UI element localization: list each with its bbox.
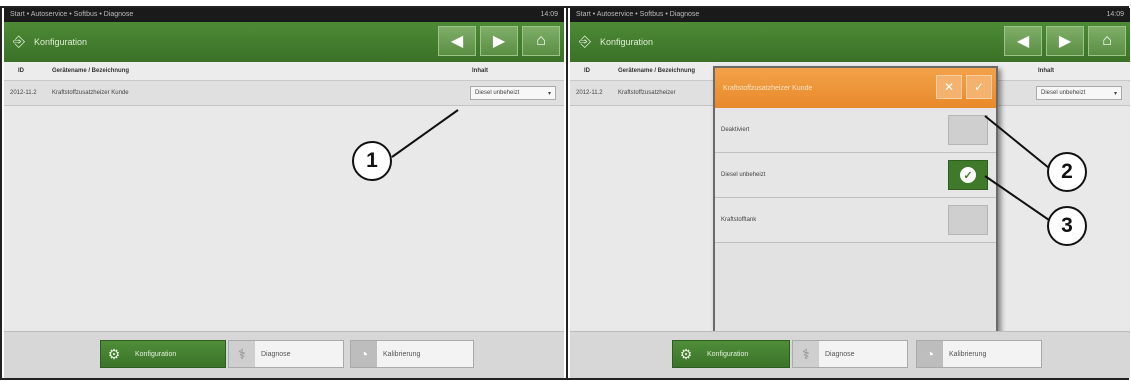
back-button[interactable]: ◀	[1004, 26, 1042, 56]
value-dropdown[interactable]: Diesel unbeheizt ▾	[470, 86, 556, 100]
dropdown-value: Diesel unbeheizt	[1041, 90, 1086, 96]
title-bar: ⎆ Konfiguration ◀ ▶ ⌂	[570, 22, 1130, 62]
callout-1: 1	[352, 141, 392, 181]
option-label: Deaktiviert	[721, 127, 750, 133]
door-exit-icon[interactable]: ⎆	[12, 33, 26, 51]
col-id: ID	[584, 68, 590, 74]
back-button[interactable]: ◀	[438, 26, 476, 56]
configuration-button[interactable]: ⚙ Konfiguration	[100, 340, 226, 368]
diagnose-button[interactable]: ⚕ Diagnose	[792, 340, 908, 368]
home-button[interactable]: ⌂	[522, 26, 560, 56]
dialog-cancel-button[interactable]: ✕	[936, 75, 962, 99]
table-row[interactable]: 2012-11.2 Kraftstoffzusatzheizer Kunde D…	[4, 81, 564, 106]
bottom-toolbar: ⚙ Konfiguration ⚕ Diagnose ◔ Kalibrierun…	[4, 331, 564, 378]
gauge-icon: ◔	[917, 341, 943, 367]
nav-buttons: ◀ ▶ ⌂	[1004, 26, 1126, 56]
arrow-right-icon: ▶	[1058, 33, 1072, 50]
option-checkbox-selected[interactable]: ✓	[948, 160, 988, 190]
calibration-label: Kalibrierung	[383, 350, 421, 358]
home-button[interactable]: ⌂	[1088, 26, 1126, 56]
chevron-down-icon: ▾	[547, 90, 551, 97]
forward-button[interactable]: ▶	[480, 26, 518, 56]
gear-icon: ⚙	[679, 345, 693, 362]
selection-dialog: Kraftstoffzusatzheizer Kunde ✕ ✓ Deaktiv…	[713, 66, 998, 336]
clock: 14:09	[1106, 11, 1124, 18]
col-description: Gerätename / Bezeichnung	[52, 68, 130, 74]
system-bar: Start • Autoservice • Softbus • Diagnose…	[570, 8, 1130, 22]
row-description: Kraftstoffzusatzheizer Kunde	[52, 90, 129, 96]
close-icon: ✕	[943, 80, 955, 94]
stethoscope-icon: ⚕	[793, 341, 819, 367]
option-label: Diesel unbeheizt	[721, 172, 766, 178]
home-icon: ⌂	[1102, 32, 1112, 49]
bottom-toolbar: ⚙ Konfiguration ⚕ Diagnose ◔ Kalibrierun…	[570, 331, 1130, 378]
page-title: Konfiguration	[600, 37, 654, 47]
col-content: Inhalt	[472, 68, 488, 74]
option-checkbox[interactable]	[948, 115, 988, 145]
system-bar: Start • Autoservice • Softbus • Diagnose…	[4, 8, 564, 22]
configuration-label: Konfiguration	[135, 350, 177, 358]
clock: 14:09	[540, 11, 558, 18]
diagnose-button[interactable]: ⚕ Diagnose	[228, 340, 344, 368]
table-header: ID Gerätename / Bezeichnung Inhalt	[4, 62, 564, 81]
left-screen: Start • Autoservice • Softbus • Diagnose…	[4, 8, 564, 378]
breadcrumb: Start • Autoservice • Softbus • Diagnose	[10, 11, 134, 18]
diagnose-label: Diagnose	[261, 350, 291, 358]
nav-buttons: ◀ ▶ ⌂	[438, 26, 560, 56]
row-id: 2012-11.2	[10, 90, 37, 96]
configuration-button[interactable]: ⚙ Konfiguration	[672, 340, 790, 368]
option-fuel-tank[interactable]: Kraftstofftank	[715, 198, 996, 243]
title-bar: ⎆ Konfiguration ◀ ▶ ⌂	[4, 22, 564, 62]
arrow-left-icon: ◀	[1016, 33, 1030, 50]
col-content: Inhalt	[1038, 68, 1054, 74]
calibration-label: Kalibrierung	[949, 350, 987, 358]
option-deactivated[interactable]: Deaktiviert	[715, 108, 996, 153]
stethoscope-icon: ⚕	[229, 341, 255, 367]
option-label: Kraftstofftank	[721, 217, 757, 223]
col-id: ID	[18, 68, 24, 74]
dialog-confirm-button[interactable]: ✓	[966, 75, 992, 99]
chevron-down-icon: ▾	[1113, 90, 1117, 97]
page-title: Konfiguration	[34, 37, 88, 47]
dialog-header: Kraftstoffzusatzheizer Kunde ✕ ✓	[715, 68, 996, 108]
option-checkbox[interactable]	[948, 205, 988, 235]
callout-3: 3	[1047, 206, 1087, 246]
gear-icon: ⚙	[107, 345, 121, 362]
arrow-right-icon: ▶	[492, 33, 506, 50]
value-dropdown[interactable]: Diesel unbeheizt ▾	[1036, 86, 1122, 100]
arrow-left-icon: ◀	[450, 33, 464, 50]
option-diesel-unheated[interactable]: Diesel unbeheizt ✓	[715, 153, 996, 198]
door-exit-icon[interactable]: ⎆	[578, 33, 592, 51]
configuration-label: Konfiguration	[707, 350, 749, 358]
dropdown-value: Diesel unbeheizt	[475, 90, 520, 96]
right-screen: Start • Autoservice • Softbus • Diagnose…	[570, 8, 1130, 378]
calibration-button[interactable]: ◔ Kalibrierung	[350, 340, 474, 368]
callout-2: 2	[1047, 152, 1087, 192]
gauge-icon: ◔	[351, 341, 377, 367]
dialog-title: Kraftstoffzusatzheizer Kunde	[723, 84, 813, 92]
breadcrumb: Start • Autoservice • Softbus • Diagnose	[576, 11, 700, 18]
check-icon: ✓	[973, 80, 985, 94]
forward-button[interactable]: ▶	[1046, 26, 1084, 56]
diagnose-label: Diagnose	[825, 350, 855, 358]
panel-divider	[566, 6, 568, 380]
check-icon: ✓	[960, 167, 976, 183]
row-id: 2012-11.2	[576, 90, 603, 96]
calibration-button[interactable]: ◔ Kalibrierung	[916, 340, 1042, 368]
home-icon: ⌂	[536, 32, 546, 49]
